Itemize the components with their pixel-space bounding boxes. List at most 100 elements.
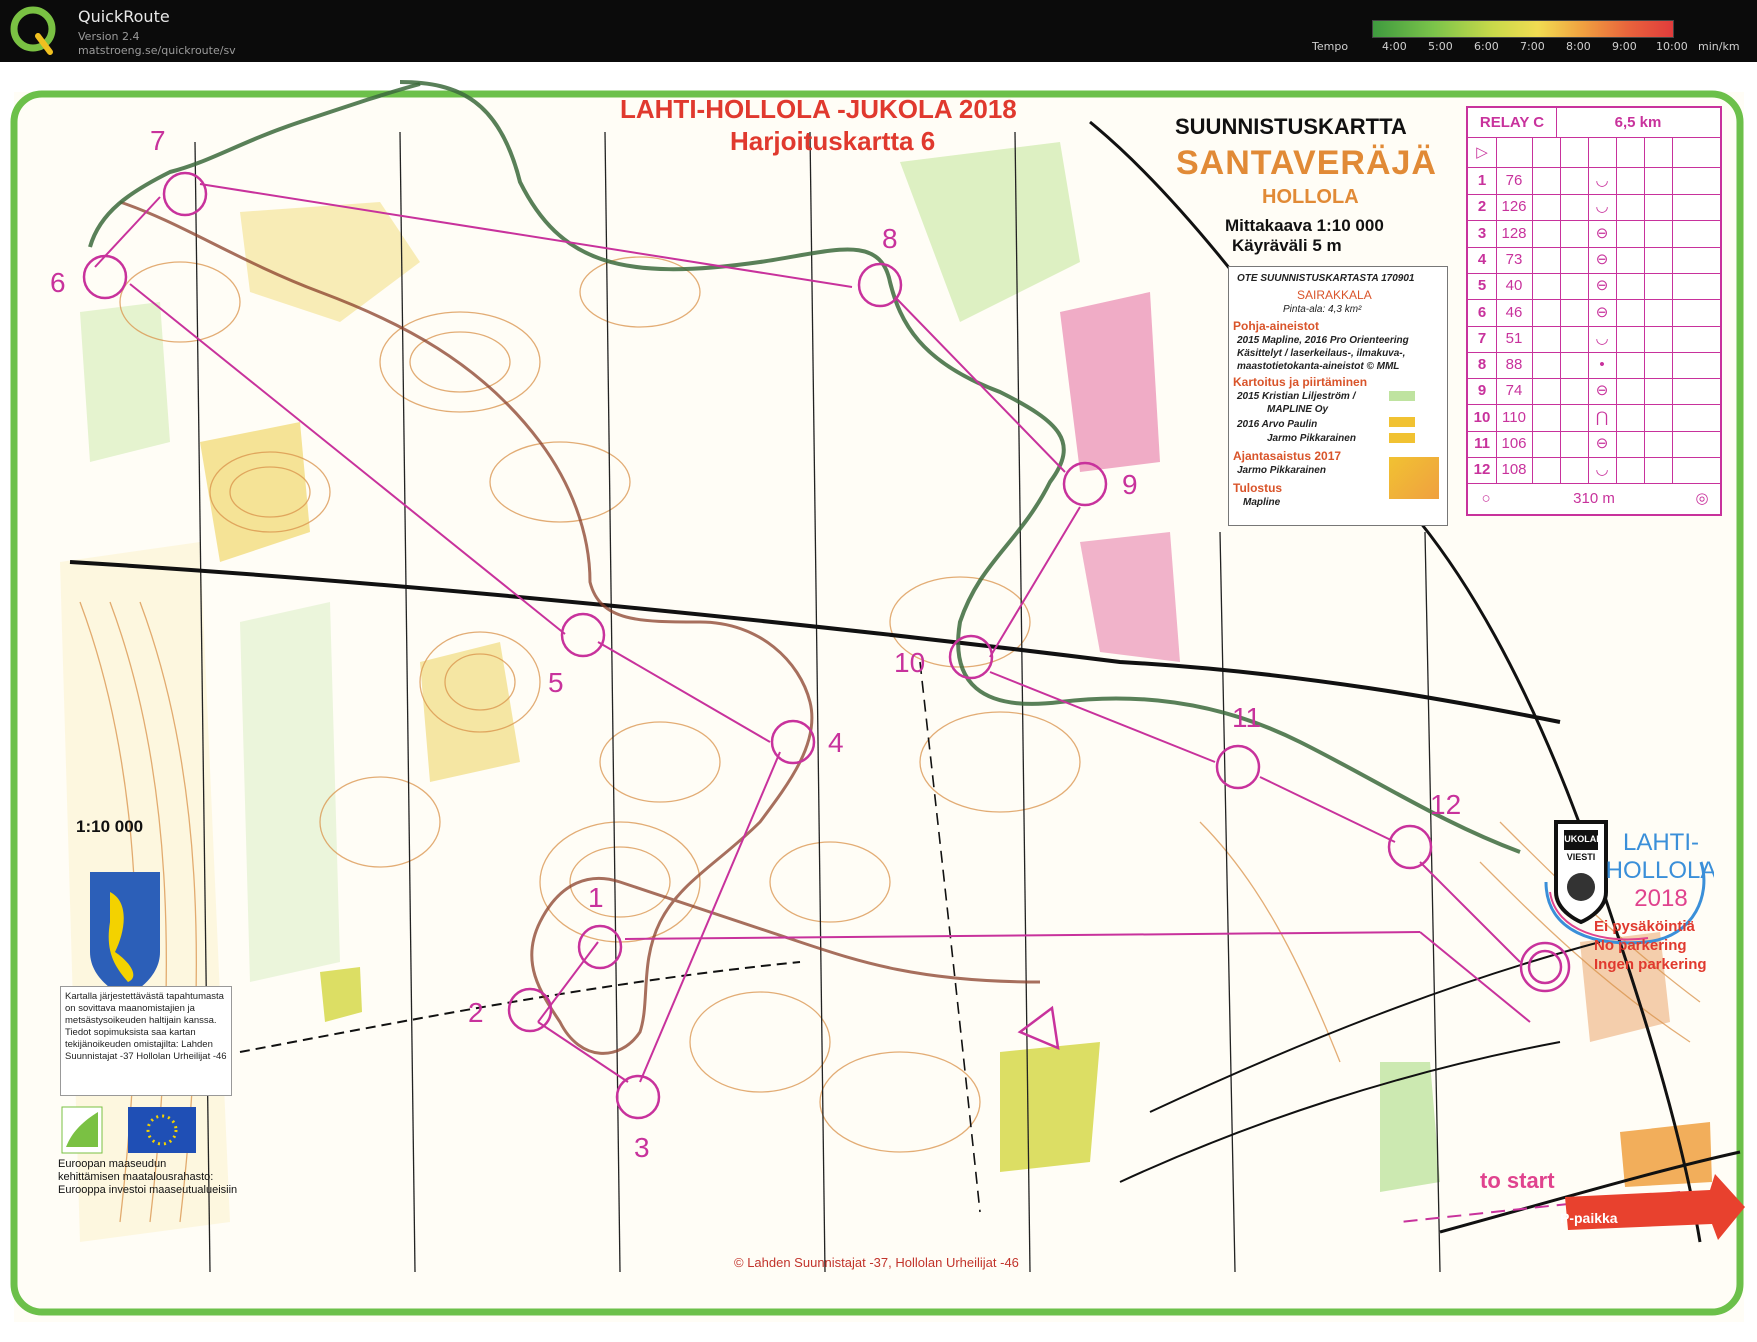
desc-cell <box>1644 325 1673 352</box>
desc-control-code: 128 <box>1496 220 1533 247</box>
control-number-7: 7 <box>150 125 166 156</box>
desc-cell <box>1560 325 1589 352</box>
desc-cell <box>1560 431 1589 457</box>
app-url: matstroeng.se/quickroute/sv <box>78 44 236 57</box>
desc-control-row: 11 106 ⊖ <box>1468 431 1720 458</box>
control-number-12: 12 <box>1430 789 1461 820</box>
tempo-tick: min/km <box>1698 40 1740 53</box>
control-number-11: 11 <box>1232 702 1261 733</box>
credits-line: Käsittelyt / laserkeilaus-, ilmakuva-, <box>1237 348 1406 359</box>
desc-cell <box>1644 431 1673 457</box>
dot-icon: • <box>1588 352 1617 379</box>
desc-control-number: 3 <box>1468 220 1497 247</box>
control-description-sheet: RELAY C 6,5 km ▷ 1 76 ◡ 2 126 ◡ 3 128 ⊖ 4 73 ⊖ 5 40 ⊖ 6… <box>1466 106 1722 516</box>
desc-cell <box>1616 168 1645 194</box>
desc-control-code: 76 <box>1496 168 1533 194</box>
desc-control-row: 6 46 ⊖ <box>1468 299 1720 327</box>
credits-line: Jarmo Pikkarainen <box>1267 433 1356 444</box>
desc-cell <box>1616 194 1645 221</box>
desc-cell <box>1672 273 1720 299</box>
desc-cell <box>1532 220 1561 247</box>
desc-control-number: 10 <box>1468 404 1497 431</box>
no-parking-line: No parkering <box>1594 937 1687 954</box>
credits-heading: Tulostus <box>1233 481 1283 495</box>
credits-sub: SAIRAKKALA <box>1297 288 1372 302</box>
tempo-tick: 4:00 <box>1382 40 1407 53</box>
control-number-1: 1 <box>588 882 604 913</box>
desc-cell <box>1616 325 1645 352</box>
desc-control-number: 9 <box>1468 378 1497 405</box>
tempo-tick: 10:00 <box>1656 40 1688 53</box>
desc-cell <box>1560 194 1589 221</box>
desc-cell <box>1560 246 1589 273</box>
desc-control-code: 46 <box>1496 299 1533 326</box>
desc-cell <box>1616 273 1645 300</box>
legal-notice: Kartalla järjestettävästä tapahtumasta o… <box>60 986 232 1096</box>
desc-control-row: 9 74 ⊖ <box>1468 378 1720 406</box>
credits-heading: Kartoitus ja piirtäminen <box>1233 375 1368 389</box>
finish-start-circle-icon: ○ <box>1481 490 1491 507</box>
desc-cell <box>1644 352 1673 379</box>
desc-cell <box>1532 378 1561 405</box>
hollow-U-icon: ◡ <box>1588 325 1617 352</box>
legend-swatch-yellow <box>1389 417 1415 427</box>
desc-cell <box>1672 431 1720 457</box>
credits-heading: Ajantasaistus 2017 <box>1233 449 1342 463</box>
desc-control-row: 5 40 ⊖ <box>1468 273 1720 301</box>
desc-control-number: 1 <box>1468 168 1497 194</box>
desc-cell <box>1644 220 1673 247</box>
desc-control-code: 108 <box>1496 457 1533 484</box>
map-region: HOLLOLA <box>1262 186 1359 208</box>
legend-swatch-yellow <box>1389 433 1415 443</box>
credits-heading: Pohja-aineistot <box>1233 319 1320 333</box>
credits-area: Pinta-ala: 4,3 km² <box>1283 304 1362 315</box>
map-viewport[interactable]: 1 2 3 4 5 6 7 8 9 10 11 12 LAHTI-HOLLOLA… <box>0 62 1757 1342</box>
desc-length: 6,5 km <box>1614 114 1662 131</box>
desc-control-row: 4 73 ⊖ <box>1468 246 1720 274</box>
credits-line: 2015 Mapline, 2016 Pro Orienteering <box>1237 335 1409 346</box>
credits-line: 2016 Arvo Paulin <box>1237 419 1318 430</box>
logo-text-lahti: LAHTI- <box>1623 829 1699 856</box>
eu-funding-text: Euroopan maaseudun kehittämisen maatalou… <box>58 1158 278 1197</box>
desc-control-number: 2 <box>1468 194 1497 221</box>
desc-cell <box>1560 299 1589 326</box>
desc-cell <box>1560 273 1589 300</box>
desc-cell <box>1560 352 1589 379</box>
desc-control-number: 4 <box>1468 246 1497 273</box>
tempo-tick: 9:00 <box>1612 40 1637 53</box>
credits-line: Jarmo Pikkarainen <box>1237 465 1326 476</box>
desc-control-code: 110 <box>1496 404 1533 431</box>
desc-control-code: 51 <box>1496 325 1533 352</box>
control-number-2: 2 <box>468 997 484 1028</box>
desc-cell <box>1644 299 1673 326</box>
control-number-4: 4 <box>828 727 844 758</box>
desc-cell <box>1560 220 1589 247</box>
pit-icon: ⊖ <box>1588 431 1617 457</box>
desc-cell <box>1644 273 1673 300</box>
desc-control-row: 7 51 ◡ <box>1468 325 1720 353</box>
desc-cell <box>1644 246 1673 273</box>
desc-cell <box>1672 352 1720 378</box>
desc-cell <box>1672 326 1720 352</box>
control-number-3: 3 <box>634 1132 650 1163</box>
desc-control-code: 73 <box>1496 246 1533 273</box>
hollow-U-icon: ◡ <box>1588 168 1617 194</box>
eu-text-line: Eurooppa investoi maaseutualueisiin <box>58 1184 238 1196</box>
scale-label: 1:10 000 <box>76 817 144 836</box>
start-symbol-icon: ▷ <box>1468 138 1497 167</box>
desc-control-row: 3 128 ⊖ <box>1468 220 1720 248</box>
pit-icon: ⊖ <box>1588 378 1617 405</box>
event-title: LAHTI-HOLLOLA -JUKOLA 2018 <box>620 94 1017 124</box>
no-parking-line: Ei pysäköintiä <box>1594 918 1695 935</box>
desc-cell <box>1560 378 1589 405</box>
desc-control-code: 106 <box>1496 431 1533 457</box>
leader-logo-icon <box>61 1106 103 1154</box>
desc-cell <box>1644 194 1673 221</box>
map-type: SUUNNISTUSKARTTA <box>1175 114 1407 139</box>
credits-line: Mapline <box>1243 497 1281 508</box>
no-parking-notice: Ei pysäköintiä No parkering Ingen parker… <box>1594 917 1707 974</box>
credits-line: maastotietokanta-aineistot © MML <box>1237 361 1400 372</box>
legend-swatch-update <box>1389 457 1439 499</box>
control-number-10: 10 <box>894 647 925 678</box>
desc-cell <box>1616 431 1645 457</box>
